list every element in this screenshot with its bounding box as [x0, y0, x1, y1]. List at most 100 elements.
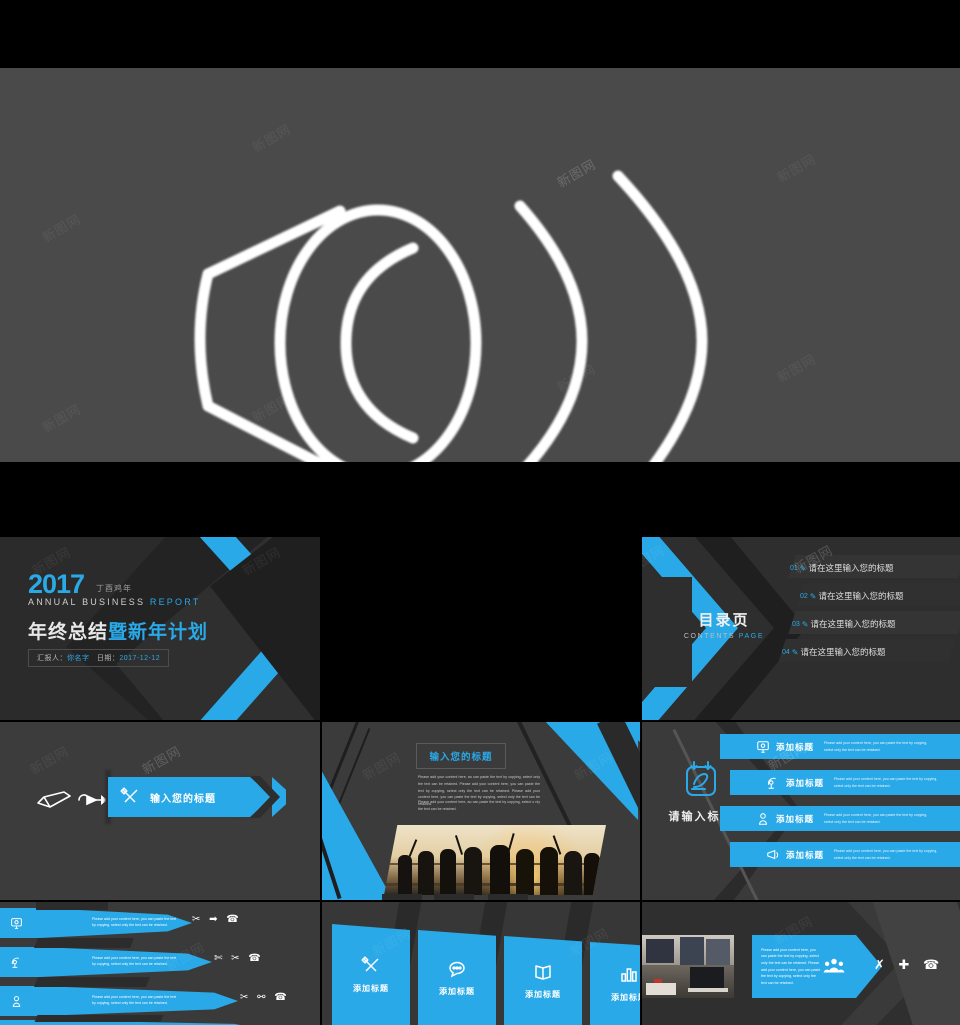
list-row-desc: Please add your content here, you can pa…: [92, 917, 177, 928]
bars-row-title: 添加标题: [776, 813, 815, 824]
lock-user-icon: [12, 995, 20, 1007]
toc-item-2[interactable]: 02 ✎ 请在这里输入您的标题: [800, 583, 904, 609]
toc-item-label: 请在这里输入您的标题: [810, 619, 896, 629]
satellite-icon: [11, 957, 19, 968]
slide-thumbnails-grid: 感谢您的支持与信任 为您的效率再助力 PLEASE ADD YOUR CONTE…: [0, 537, 960, 1025]
bar-chart-icon: [621, 967, 637, 982]
bars-row-1[interactable]: 添加标题 Please add your content here, you c…: [720, 734, 960, 759]
card-2[interactable]: 添加标题: [418, 930, 496, 1025]
list-left-tab-2[interactable]: [0, 947, 40, 977]
arrow-bar-label: 输入您的标题: [150, 793, 216, 805]
list-row-3[interactable]: Please add your content here, you can pa…: [40, 986, 238, 1016]
group-people-icon: [823, 958, 845, 972]
title-headline-accent: 暨新年计划: [108, 622, 209, 643]
pen-small-icon: ✎: [791, 647, 799, 657]
book-map-icon: [535, 964, 551, 980]
toc-item-label: 请在这里输入您的标题: [818, 591, 904, 601]
title-headline-main: 年终总结: [28, 622, 109, 643]
slide-list[interactable]: Please add your content here, you can pa…: [0, 902, 320, 1025]
chat-bubble-icon: [449, 961, 465, 977]
toc-item-4[interactable]: 04 ✎ 请在这里输入您的标题: [782, 639, 886, 665]
bars-row-title: 添加标题: [786, 777, 825, 788]
watermark: 新图网: [250, 122, 294, 157]
team-desc: Please add your content here, you can pa…: [761, 947, 821, 985]
arrow-title-bar[interactable]: 输入您的标题: [108, 777, 286, 817]
slide-contents[interactable]: 目录页 CONTENTS PAGE 01 ✎ 请在这里输入您的标题 02 ✎ 请…: [642, 537, 960, 720]
list-end-icons-3: ✂ ⚯ ☎: [240, 992, 290, 1003]
pen-small-icon: ✎: [809, 591, 817, 601]
arrow-outline-chevron: [250, 776, 280, 818]
lock-user-icon: [758, 812, 768, 825]
megaphone-icon: [767, 849, 779, 859]
list-end-icons-1: ✂ ➡ ☎: [192, 914, 242, 925]
top-black-band: [0, 0, 960, 68]
monitor-icon: [757, 740, 769, 753]
notepad-quill-icon: [686, 761, 716, 796]
toc-heading: 目录页 CONTENTS PAGE: [664, 609, 784, 640]
toc-item-number: 02: [800, 592, 808, 600]
toc-item-label: 请在这里输入您的标题: [808, 563, 894, 573]
card-label: 添加标题: [353, 983, 389, 993]
toc-title-en: CONTENTS PAGE: [664, 633, 784, 640]
team-cheer-photo: [384, 825, 606, 895]
toc-title-en-accent: PAGE: [738, 633, 765, 640]
monitor-icon: [10, 917, 22, 929]
watermark: 新图网: [40, 212, 84, 247]
slide-title[interactable]: 2017 丁酉鸡年 ANNUAL BUSINESS REPORT 年终总结暨新年…: [0, 537, 320, 720]
title-year: 2017: [28, 569, 85, 599]
card-label: 添加标题: [525, 989, 561, 999]
toc-item-number: 03: [792, 620, 800, 628]
tools-cross-icon: [120, 787, 138, 803]
list-row-desc: Please add your content here, you can pa…: [92, 956, 177, 967]
bars-row-desc: Please add your content here, you can pa…: [824, 741, 928, 752]
toc-item-3[interactable]: 03 ✎ 请在这里输入您的标题: [792, 611, 896, 637]
pencil-icon: [37, 791, 71, 808]
slide-text-photo[interactable]: 输入您的标题 Please add your content here, ao …: [322, 722, 640, 900]
toc-item-number: 04: [782, 648, 790, 656]
bars-row-desc: Please add your content here, you can pa…: [834, 849, 938, 860]
bars-row-3[interactable]: 添加标题 Please add your content here, you c…: [720, 806, 960, 831]
watermark: 新图网: [140, 744, 184, 779]
list-row-1[interactable]: Please add your content here, you can pa…: [40, 908, 192, 938]
office-photo: [642, 935, 734, 998]
team-content-block[interactable]: Please add your content here, you can pa…: [752, 935, 882, 998]
card-4[interactable]: 添加标题: [590, 942, 640, 1025]
toc-title-cn: 目录页: [698, 612, 750, 629]
slide-arrow-title[interactable]: 输入您的标题 新图网 新图网: [0, 722, 320, 900]
title-meta-box: 汇报人：你名字 日期：2017-12-12: [28, 649, 170, 667]
list-left-tab-3[interactable]: [0, 986, 40, 1016]
bars-row-title: 添加标题: [776, 741, 815, 752]
bars-row-title: 添加标题: [786, 849, 825, 860]
meta-date-value: 2017-12-12: [119, 655, 161, 662]
satellite-icon: [767, 777, 776, 789]
list-left-tab-1[interactable]: [0, 908, 40, 938]
pen-small-icon: ✎: [799, 563, 807, 573]
megaphone-icon: [194, 170, 708, 462]
card-3[interactable]: 添加标题: [504, 936, 582, 1025]
title-subtitle-en-main: ANNUAL BUSINESS: [28, 597, 150, 607]
text-slide-title: 输入您的标题: [416, 743, 506, 769]
bars-row-2[interactable]: 添加标题 Please add your content here, you c…: [730, 770, 960, 795]
slide-cards[interactable]: 添加标题 添加标题 添加标题 添加标题 新图网 新图网: [322, 902, 640, 1025]
watermark: 新图网: [40, 402, 84, 437]
title-year-sub: 丁酉鸡年: [96, 584, 132, 593]
slide-team[interactable]: Please add your content here, you can pa…: [642, 902, 960, 1025]
card-1[interactable]: 添加标题: [332, 924, 410, 1025]
pen-nib-icon: [78, 794, 106, 806]
list-row-desc: Please add your content here, you can pa…: [92, 995, 177, 1006]
pen-small-icon: ✎: [801, 619, 809, 629]
middle-black-band: [0, 462, 960, 537]
title-subtitle-en: ANNUAL BUSINESS REPORT: [28, 597, 200, 607]
hero-banner: 新图网 新图网 新图网 新图网 新图网 新图网 新图网 新图网: [0, 68, 960, 462]
slide-bars[interactable]: 请输入标题 添加标题 Please add your content here,…: [642, 722, 960, 900]
team-end-icons: ✗ ✚ ☎: [874, 957, 945, 972]
meta-date-label: 日期：: [96, 655, 120, 662]
text-slide-paragraph-2: Please add your content here, ao can pas…: [418, 800, 540, 811]
title-headline: 年终总结暨新年计划: [28, 617, 208, 644]
toc-title-en-main: CONTENTS: [683, 633, 739, 640]
watermark: 新图网: [28, 744, 72, 779]
bars-row-4[interactable]: 添加标题 Please add your content here, you c…: [730, 842, 960, 867]
meta-reporter-label: 汇报人：: [37, 655, 67, 662]
toc-item-1[interactable]: 01 ✎ 请在这里输入您的标题: [790, 555, 894, 581]
list-row-2[interactable]: Please add your content here, you can pa…: [40, 947, 212, 977]
